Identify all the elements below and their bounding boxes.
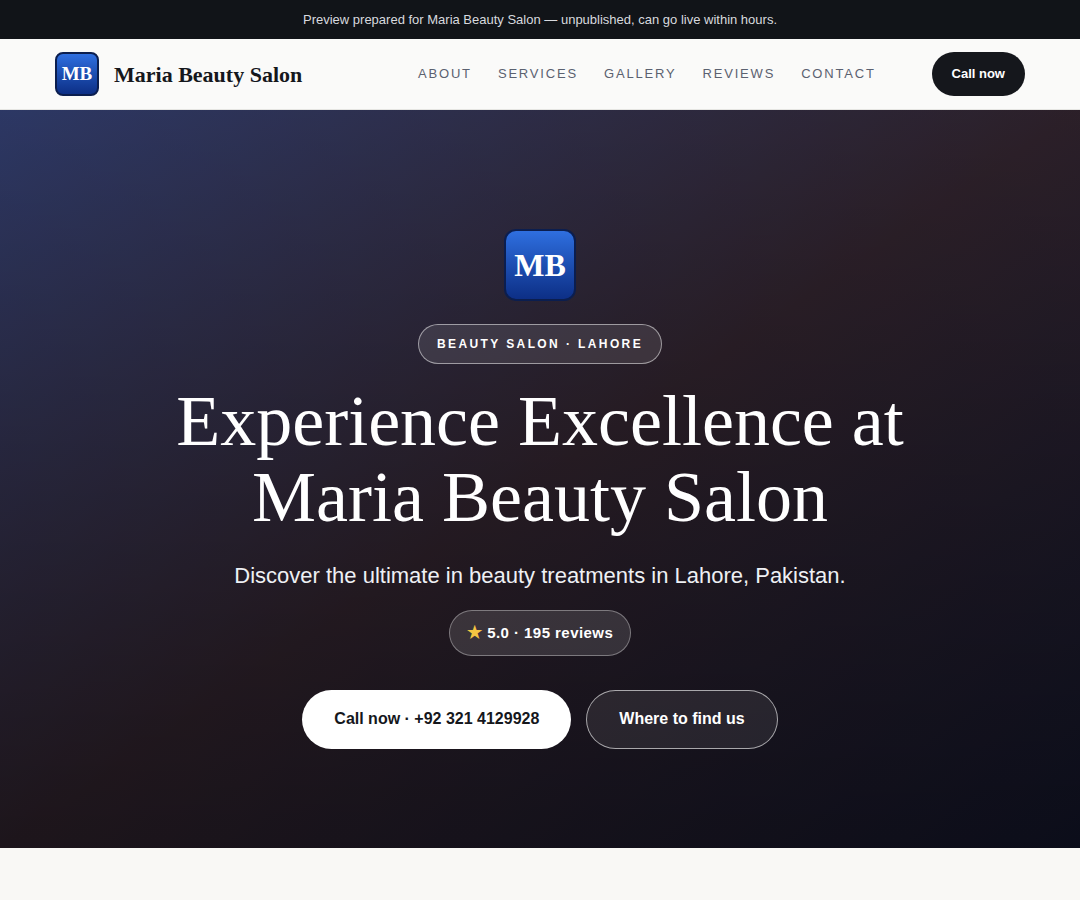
directions-button[interactable]: Where to find us <box>586 690 777 749</box>
next-section <box>0 848 1080 900</box>
announcement-text: Preview prepared for Maria Beauty Salon … <box>303 10 777 30</box>
hero-content: MB BEAUTY SALON · LAHORE Experience Excell… <box>0 110 1080 848</box>
hero-badge: BEAUTY SALON · LAHORE <box>418 324 662 364</box>
header-call-button[interactable]: Call now <box>932 52 1025 96</box>
site-header: MB Maria Beauty Salon ABOUT SERVICES GALLERY… <box>0 39 1080 110</box>
rating-text: 5.0 · 195 reviews <box>487 622 613 645</box>
announcement-bar: Preview prepared for Maria Beauty Salon … <box>0 0 1080 39</box>
nav-link[interactable]: SERVICES <box>498 64 578 84</box>
hero-heading: Experience Excellence at Maria Beauty Sa… <box>160 384 920 535</box>
nav-link[interactable]: GALLERY <box>604 64 676 84</box>
brand[interactable]: MB Maria Beauty Salon <box>55 52 302 96</box>
call-button[interactable]: Call now · +92 321 4129928 <box>302 690 571 749</box>
logo: MB <box>55 52 99 96</box>
page: Preview prepared for Maria Beauty Salon … <box>0 0 1080 900</box>
hero-logo: MB <box>504 229 576 301</box>
brand-title: Maria Beauty Salon <box>114 58 302 91</box>
hero-subtitle: Discover the ultimate in beauty treatmen… <box>234 559 845 592</box>
nav-link[interactable]: ABOUT <box>418 64 472 84</box>
nav-link[interactable]: REVIEWS <box>702 64 775 84</box>
hero-actions: Call now · +92 321 4129928 Where to find … <box>302 690 777 749</box>
star-icon: ★ <box>467 620 482 646</box>
main-nav: ABOUT SERVICES GALLERY REVIEWS CONTACT <box>418 64 876 84</box>
nav-link[interactable]: CONTACT <box>801 64 876 84</box>
hero: MB BEAUTY SALON · LAHORE Experience Excell… <box>0 110 1080 848</box>
rating-pill: ★5.0 · 195 reviews <box>449 610 632 656</box>
